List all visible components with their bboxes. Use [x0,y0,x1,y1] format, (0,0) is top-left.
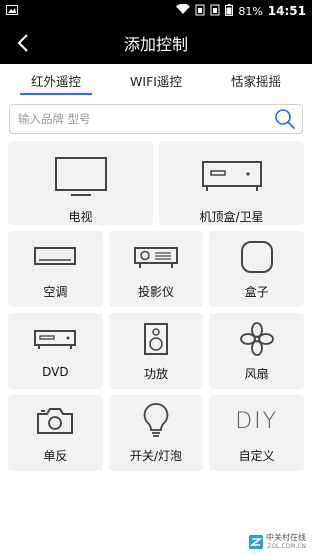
projector-icon [134,247,178,268]
speaker-icon [144,323,168,355]
search-box [9,104,303,134]
device-air-conditioner[interactable]: 空调 [8,231,103,307]
device-label: 自定义 [238,449,275,463]
title-bar: 添加控制 [0,22,312,64]
air-conditioner-icon [34,247,77,265]
image-notification-icon [6,4,18,18]
device-label: 功放 [144,367,169,381]
device-label: 空调 [43,285,68,299]
device-label: 风扇 [244,367,269,381]
device-camera[interactable]: 单反 [8,395,103,471]
tv-icon [54,156,107,196]
device-label: 机顶盒/卫星 [199,210,264,224]
device-dvd[interactable]: DVD [8,313,103,389]
camera-icon [37,408,74,434]
device-projector[interactable]: 投影仪 [108,231,204,307]
device-custom[interactable]: DIY 自定义 [209,395,305,471]
battery-icon [225,3,234,19]
set-top-box-icon [201,160,262,191]
chevron-left-icon [17,34,28,52]
device-label: 单反 [43,449,68,463]
device-grid: 电视 机顶盒/卫星 空调 投影仪 盒子 DVD 功放 风扇 单反 开关/灯泡 D… [8,141,305,477]
battery-percent: 81% [238,4,263,18]
device-label: 投影仪 [138,285,175,299]
device-box[interactable]: 盒子 [209,231,305,307]
search-icon [275,109,295,129]
device-set-top-box[interactable]: 机顶盒/卫星 [159,141,304,225]
search-input[interactable] [18,112,274,126]
back-button[interactable] [10,30,36,56]
device-amplifier[interactable]: 功放 [108,313,204,389]
fan-icon [239,322,274,356]
zol-logo-icon [249,535,263,549]
device-light[interactable]: 开关/灯泡 [108,395,204,471]
watermark-sub: ZOL.COM.CN [267,543,306,550]
device-label: 盒子 [244,285,269,299]
box-icon [240,241,273,273]
device-label: 电视 [68,210,93,224]
light-bulb-icon [143,403,169,437]
tab-wifi[interactable]: WIFI遥控 [106,64,206,100]
device-label: DVD [42,365,69,379]
sim2-signal-icon [210,4,220,19]
watermark-text: 中关村在线 [266,533,306,542]
page-title: 添加控制 [123,35,188,54]
tab-tianjia-shake[interactable]: 恬家摇摇 [206,64,306,100]
tab-infrared[interactable]: 红外遥控 [6,64,106,100]
watermark: 中关村在线 ZOL.COM.CN [249,533,306,551]
tab-bar: 红外遥控 WIFI遥控 恬家摇摇 [0,64,312,100]
clock: 14:51 [267,4,306,18]
search-button[interactable] [274,108,296,130]
device-fan[interactable]: 风扇 [209,313,305,389]
wifi-icon [176,3,191,18]
dvd-player-icon [34,330,77,349]
device-tv[interactable]: 电视 [8,141,153,225]
diy-icon: DIY [235,408,279,434]
sim1-signal-icon [195,4,205,19]
status-bar: 81% 14:51 [0,0,312,22]
device-label: 开关/灯泡 [129,449,183,463]
